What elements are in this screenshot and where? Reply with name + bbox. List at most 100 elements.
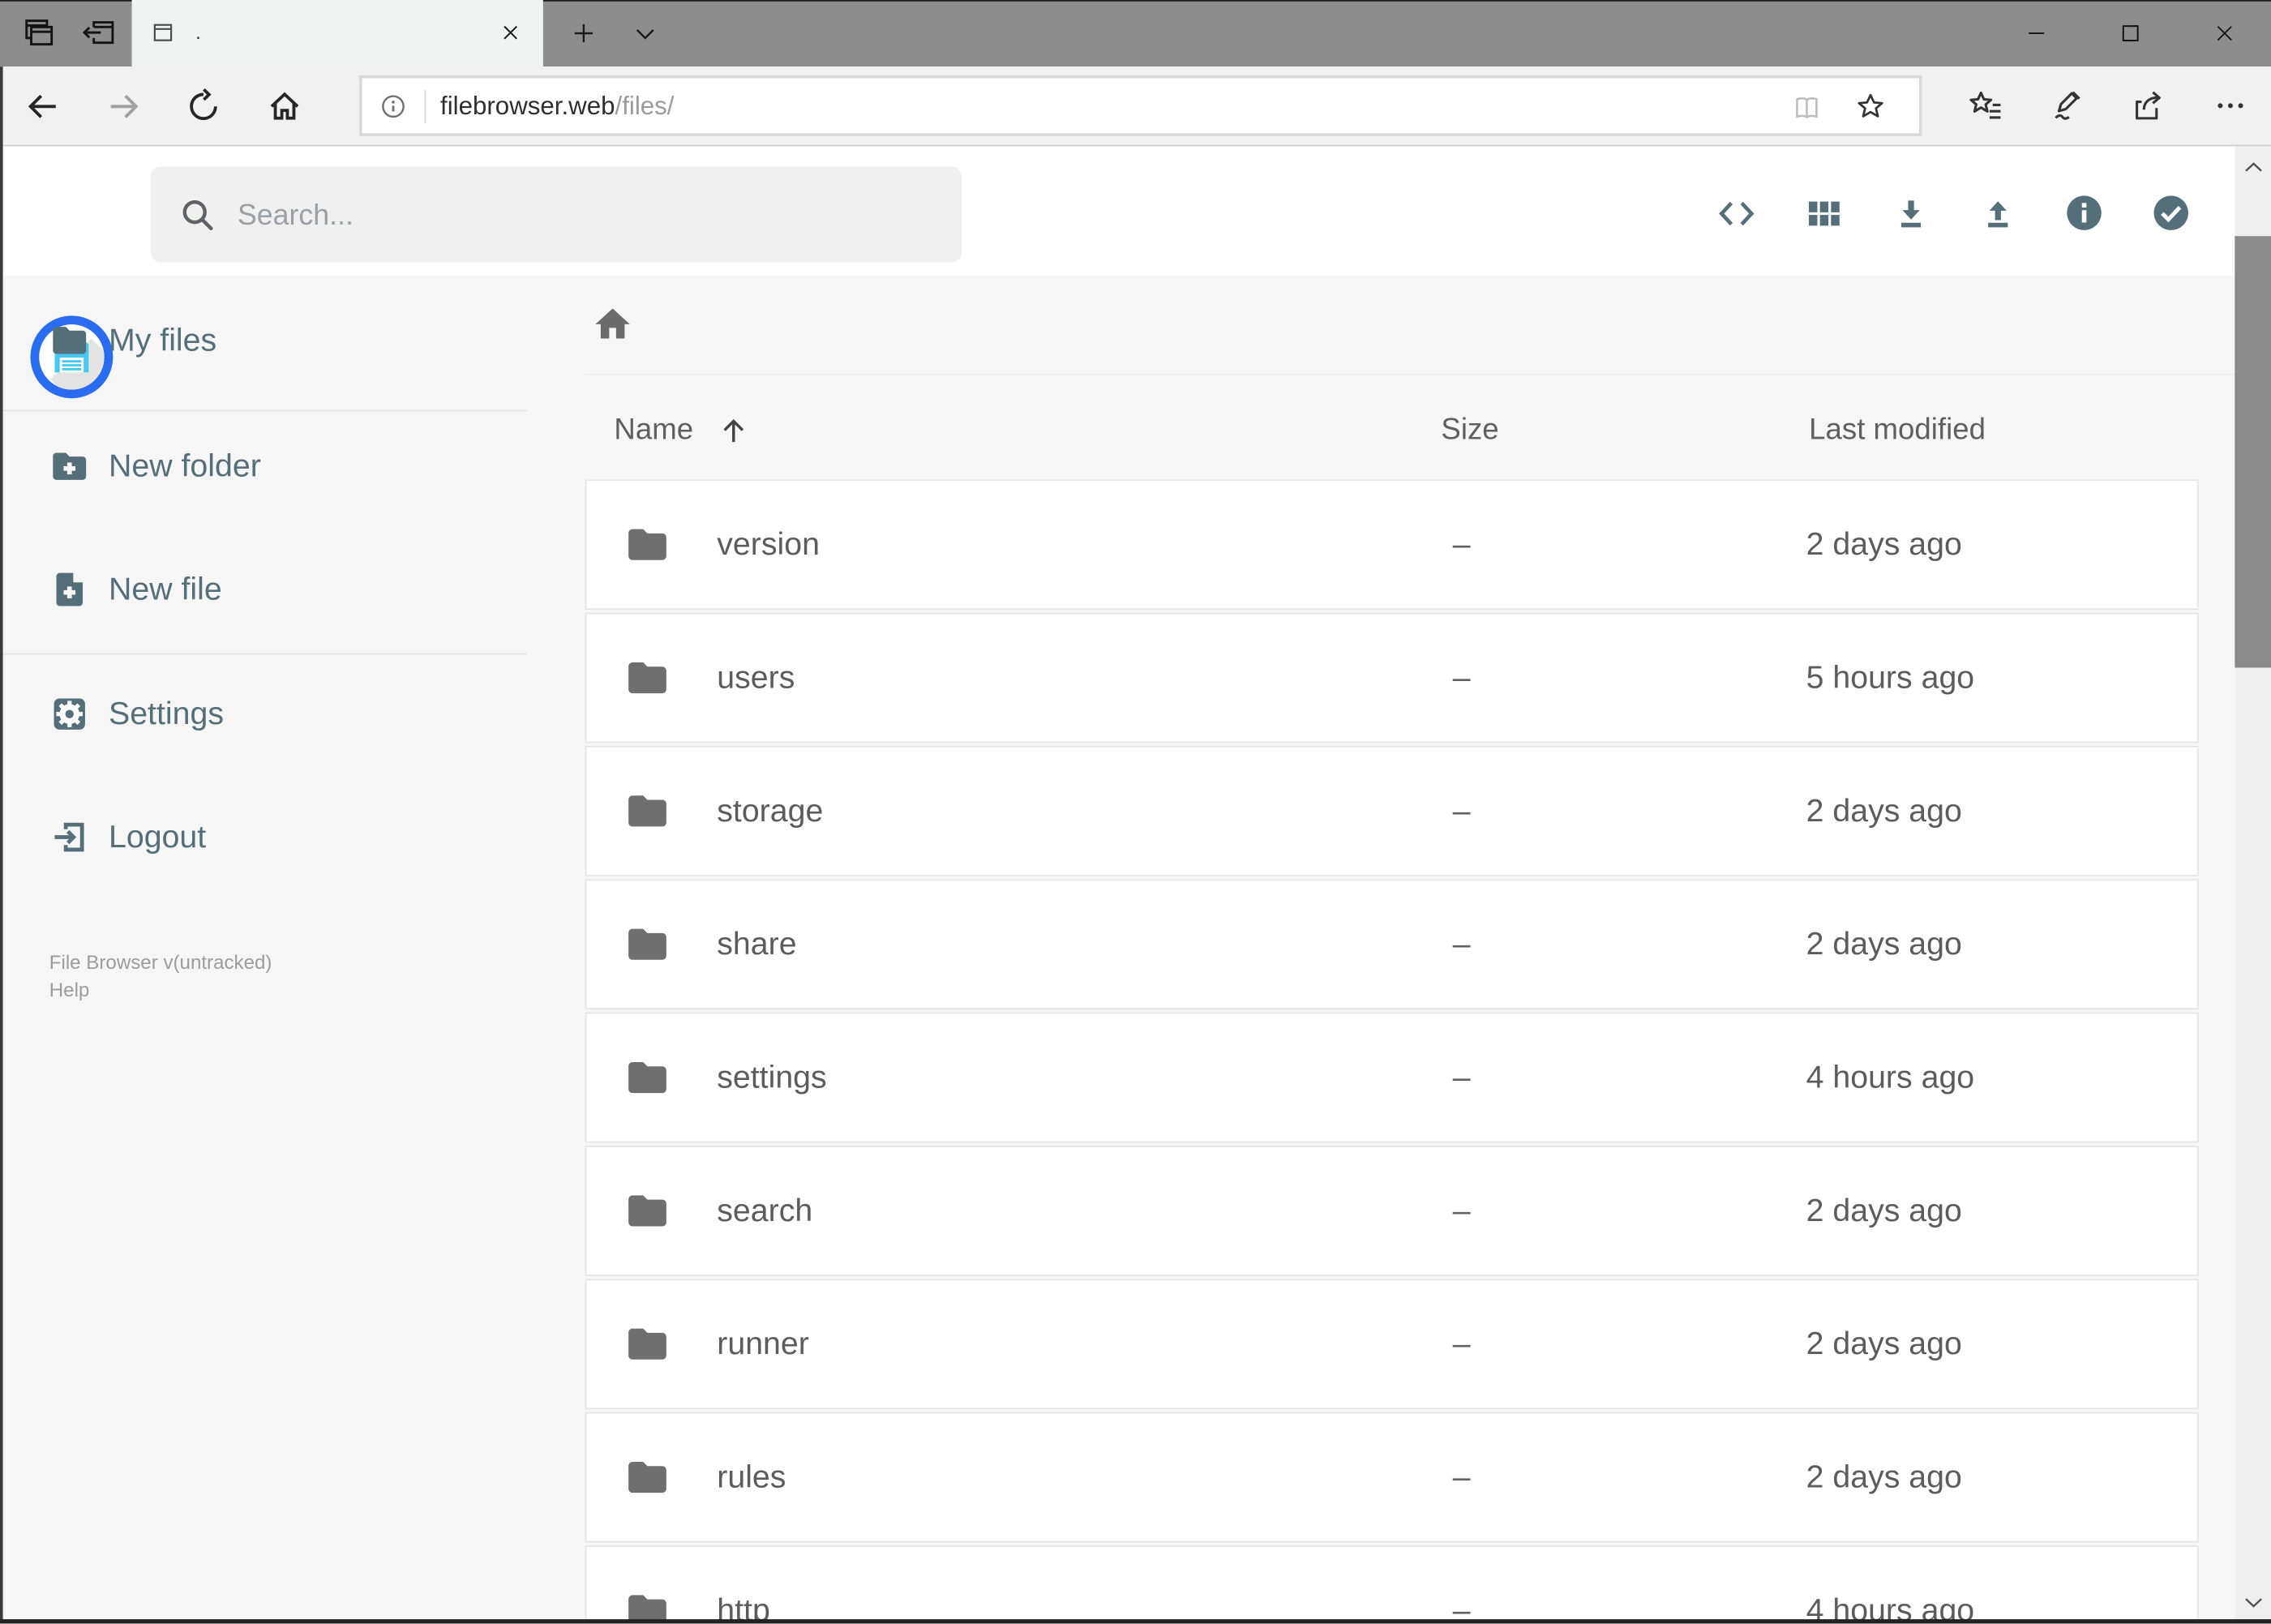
new-tab-button[interactable] (569, 19, 598, 48)
folder-icon (624, 921, 671, 967)
vertical-scrollbar[interactable] (2235, 146, 2271, 1624)
page-icon (151, 20, 175, 45)
file-name: http (717, 1592, 770, 1624)
close-icon (2216, 26, 2231, 41)
chevron-down-icon (636, 29, 654, 40)
search-box[interactable] (150, 166, 962, 265)
window-bottom-edge (0, 1619, 2271, 1624)
back-button[interactable] (24, 87, 62, 126)
sidebar-item-label: My files (108, 321, 217, 358)
maximize-icon (2121, 25, 2138, 42)
download-button[interactable] (1879, 181, 1943, 245)
file-modified: 2 days ago (1806, 1458, 1962, 1495)
back-icon (28, 94, 56, 118)
check-circle-icon (2153, 195, 2188, 230)
close-window-button[interactable] (2177, 0, 2271, 66)
file-size: – (1452, 925, 1471, 962)
column-label: Last modified (1809, 413, 1986, 447)
home-button[interactable] (265, 87, 304, 126)
folder-icon (624, 788, 671, 834)
file-name: users (717, 658, 795, 696)
file-row-rules[interactable]: rules – 2 days ago (585, 1412, 2199, 1543)
sidebar-item-settings[interactable]: Settings (0, 671, 527, 757)
file-row-runner[interactable]: runner – 2 days ago (585, 1279, 2199, 1410)
share-button[interactable] (2129, 87, 2166, 124)
pen-icon (2055, 91, 2080, 120)
more-menu-button[interactable] (2212, 87, 2249, 124)
hub-button[interactable] (1967, 87, 2004, 124)
file-modified: 5 hours ago (1806, 658, 1975, 696)
scroll-up-button[interactable] (2235, 146, 2271, 190)
folder-icon (624, 1321, 671, 1367)
file-row-users[interactable]: users – 5 hours ago (585, 612, 2199, 743)
refresh-button[interactable] (184, 87, 223, 126)
sidebar-item-new-file[interactable]: New file (0, 546, 527, 632)
file-modified: 4 hours ago (1806, 1058, 1975, 1095)
maximize-button[interactable] (2083, 0, 2177, 66)
set-tabs-aside-icon (83, 21, 114, 45)
select-multiple-button[interactable] (2139, 181, 2203, 245)
code-view-button[interactable] (1705, 181, 1769, 245)
scroll-down-button[interactable] (2235, 1580, 2271, 1624)
file-plus-icon (49, 569, 90, 610)
sidebar-item-my-files[interactable]: My files (0, 297, 527, 384)
sidebar-item-new-folder[interactable]: New folder (0, 423, 527, 510)
reading-view-icon (1796, 97, 1818, 119)
set-tabs-aside-button[interactable] (79, 15, 117, 52)
forward-button[interactable] (105, 87, 144, 126)
file-row-settings[interactable]: settings – 4 hours ago (585, 1012, 2199, 1143)
help-link[interactable]: Help (49, 976, 272, 1004)
tab-title: . (195, 21, 201, 44)
file-row-version[interactable]: version – 2 days ago (585, 479, 2199, 611)
site-info-icon[interactable] (378, 92, 409, 122)
column-header-name[interactable]: Name (614, 411, 749, 448)
address-bar[interactable]: filebrowser.web/files/ (359, 75, 1922, 136)
sidebar-divider (0, 409, 528, 412)
window-edge (0, 66, 3, 1624)
code-icon (1719, 200, 1755, 225)
file-modified: 2 days ago (1806, 525, 1962, 563)
browser-tab[interactable]: . (131, 0, 543, 67)
tab-list-button[interactable] (632, 20, 659, 48)
settings-gear-icon (49, 694, 90, 735)
address-separator (424, 89, 426, 123)
logout-icon (49, 817, 90, 858)
annotate-button[interactable] (2048, 87, 2085, 124)
folder-icon (624, 654, 671, 701)
folder-icon (49, 320, 90, 361)
browser-navbar: filebrowser.web/files/ (0, 66, 2271, 147)
upload-button[interactable] (1965, 181, 2029, 245)
plus-icon (574, 24, 593, 43)
file-size: – (1452, 1192, 1471, 1228)
add-favorite-button[interactable] (1854, 90, 1888, 123)
sidebar-item-logout[interactable]: Logout (0, 794, 527, 881)
file-row-search[interactable]: search – 2 days ago (585, 1146, 2199, 1276)
sidebar-item-label: New folder (108, 447, 261, 484)
folder-icon (624, 521, 671, 568)
file-name: search (717, 1192, 813, 1228)
file-row-storage[interactable]: storage – 2 days ago (585, 745, 2199, 876)
forward-icon (110, 94, 139, 118)
chevron-up-icon (2244, 162, 2262, 172)
file-row-share[interactable]: share – 2 days ago (585, 879, 2199, 1010)
grid-view-button[interactable] (1792, 181, 1856, 245)
reading-view-button[interactable] (1790, 92, 1823, 125)
breadcrumb-divider (585, 373, 2235, 375)
scrollbar-thumb[interactable] (2235, 236, 2271, 668)
breadcrumb-home-button[interactable] (586, 298, 638, 350)
column-header-modified[interactable]: Last modified (1809, 411, 1986, 448)
tab-preview-button[interactable] (20, 15, 58, 52)
star-icon (1858, 93, 1883, 118)
upload-icon (1987, 200, 2007, 227)
column-label: Size (1441, 413, 1499, 447)
app-version-link[interactable]: File Browser v(untracked) (49, 949, 272, 976)
search-input[interactable] (234, 166, 936, 265)
tab-close-button[interactable] (499, 20, 523, 45)
favorites-hub-icon (1969, 91, 2001, 119)
column-header-size[interactable]: Size (1441, 411, 1498, 448)
sidebar-item-label: Settings (108, 695, 224, 732)
info-button[interactable] (2052, 181, 2116, 245)
file-row-http[interactable]: http – 4 hours ago (585, 1545, 2199, 1624)
minimize-button[interactable] (1989, 0, 2083, 66)
file-size: – (1452, 792, 1471, 829)
